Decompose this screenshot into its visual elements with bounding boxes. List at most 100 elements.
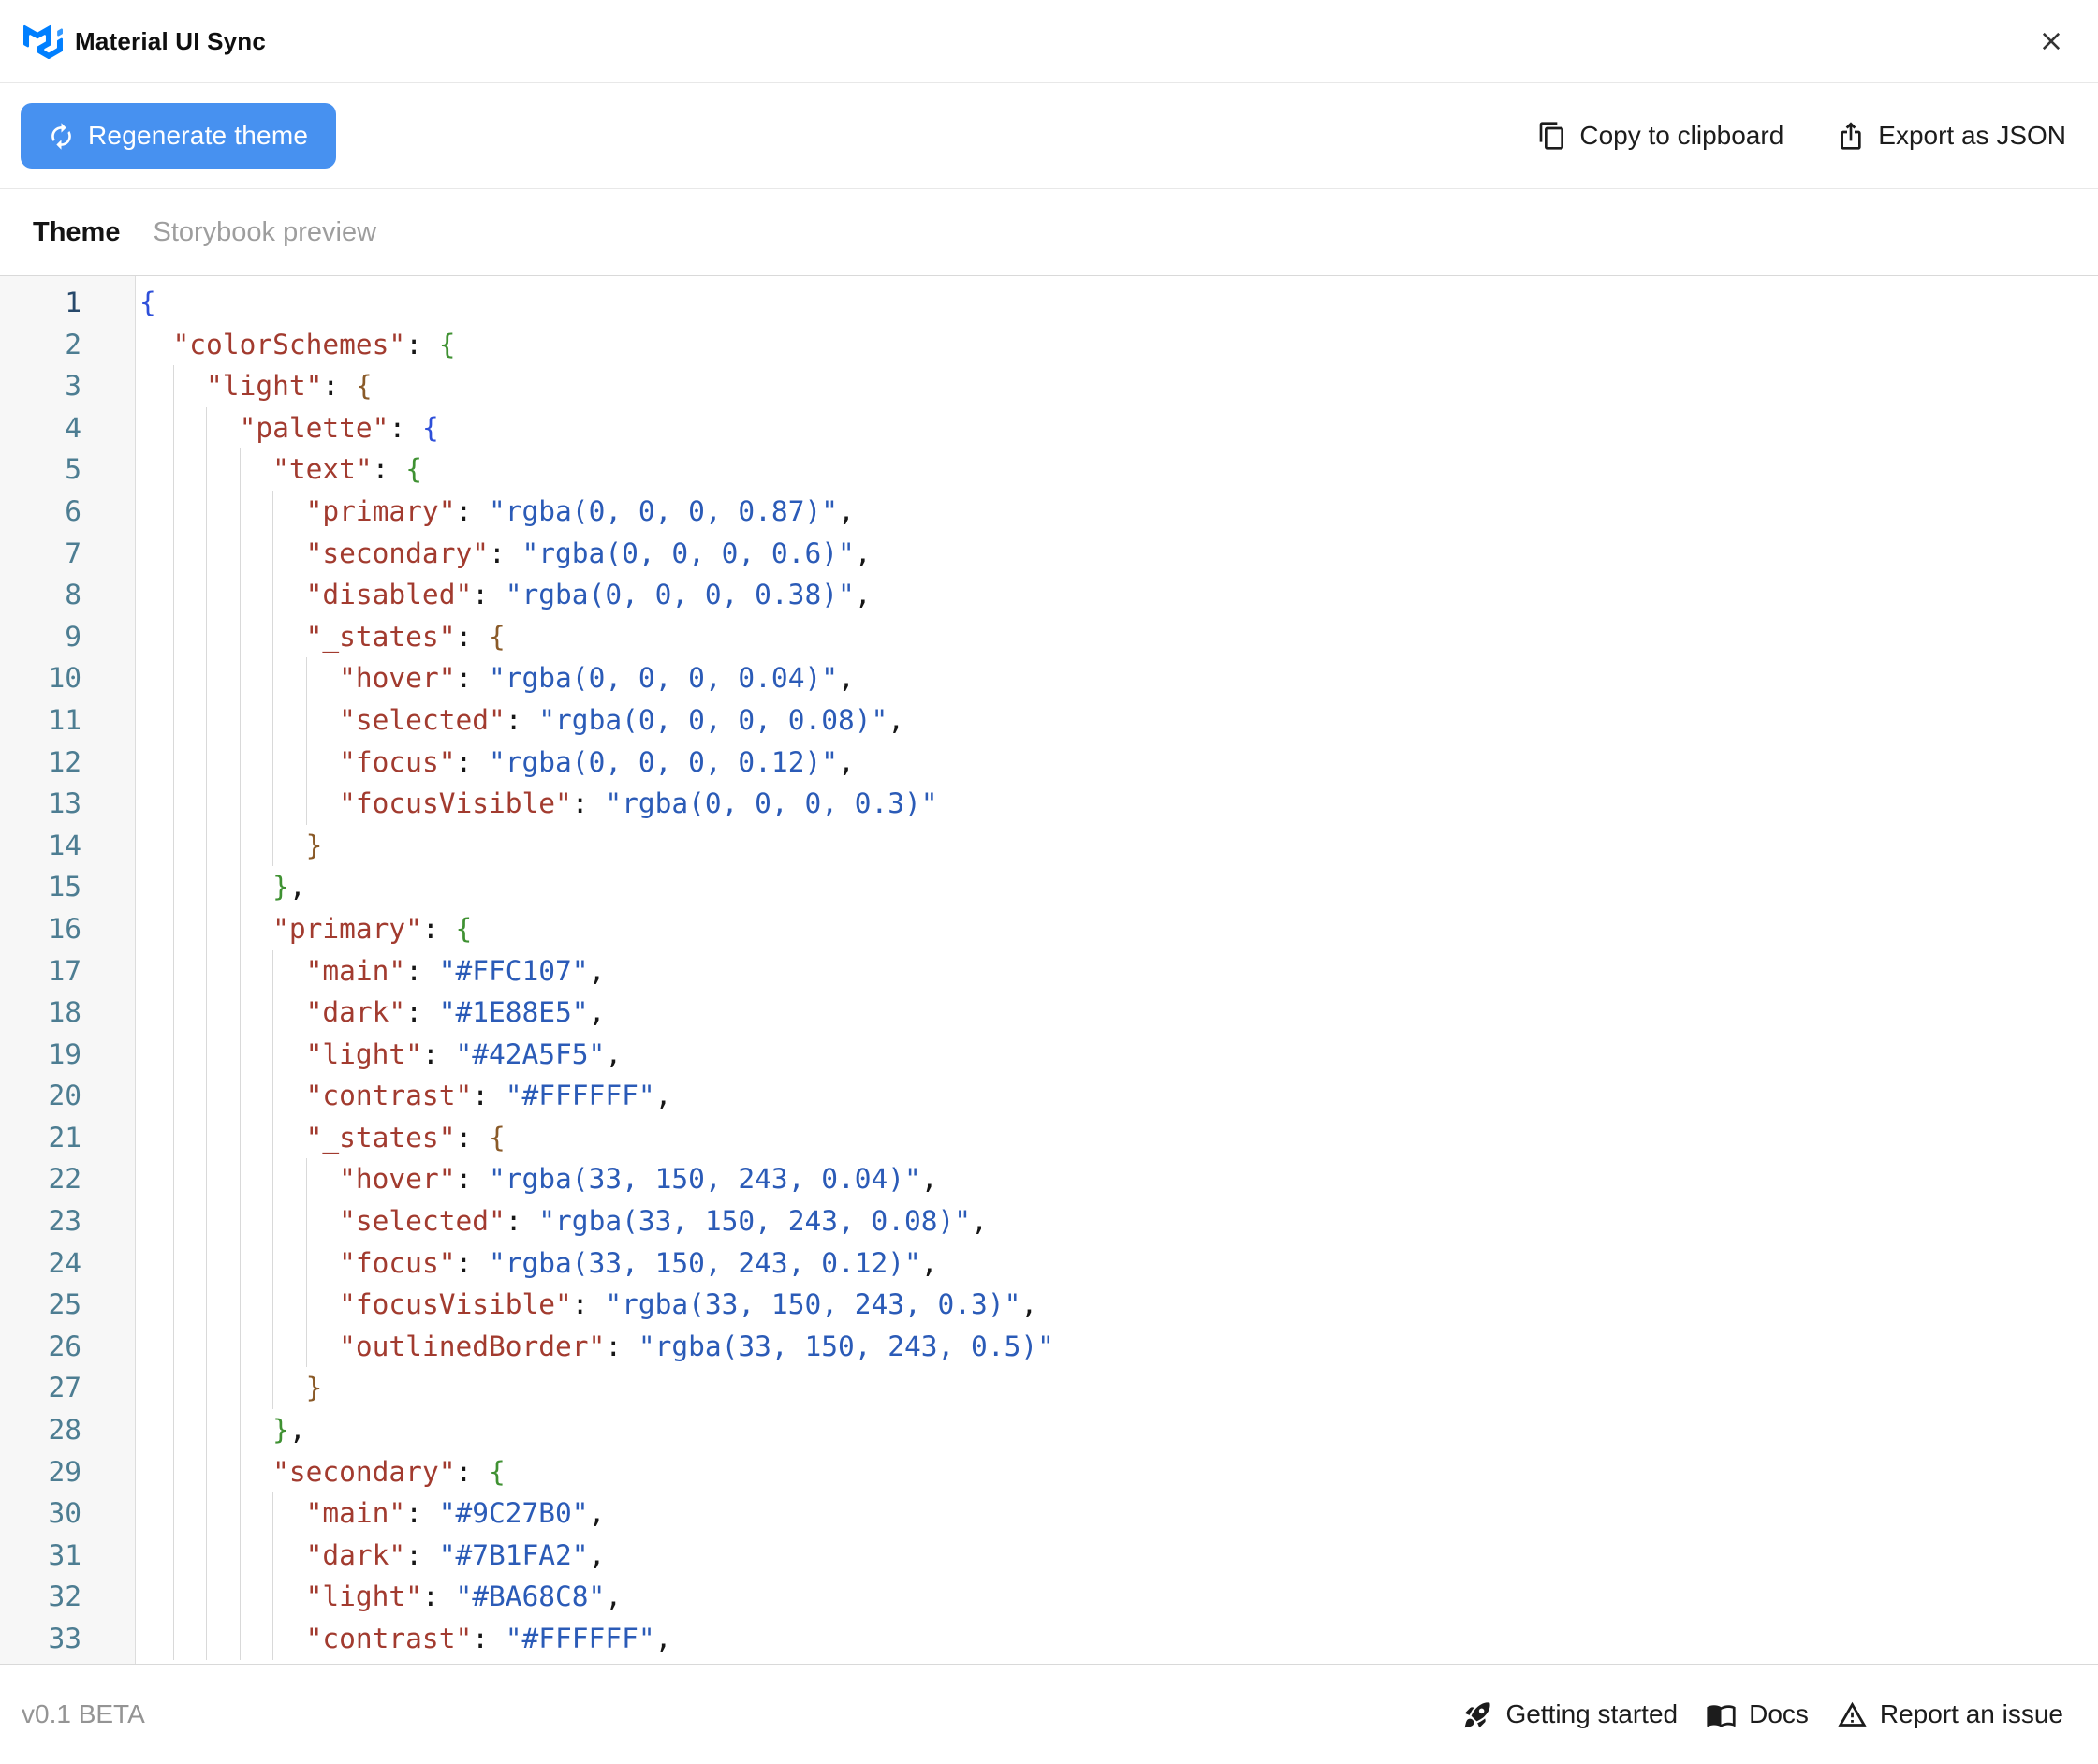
indent-guide — [240, 1034, 241, 1076]
indent-guide — [272, 992, 273, 1034]
indent-guide — [272, 657, 273, 699]
code-line[interactable]: "secondary": { — [139, 1451, 2098, 1493]
indent-guide — [206, 825, 207, 867]
indent-guide — [240, 1409, 241, 1451]
indent-guide — [206, 783, 207, 825]
indent-guide — [240, 1200, 241, 1242]
close-button[interactable] — [2031, 21, 2072, 62]
code-line[interactable]: "disabled": "rgba(0, 0, 0, 0.38)", — [139, 574, 2098, 616]
line-number: 33 — [0, 1618, 135, 1660]
docs-link[interactable]: Docs — [1706, 1699, 1809, 1730]
code-line[interactable]: "main": "#9C27B0", — [139, 1492, 2098, 1535]
indent-guide — [240, 1326, 241, 1368]
code-line[interactable]: "light": { — [139, 365, 2098, 407]
code-line[interactable]: "palette": { — [139, 407, 2098, 449]
line-number: 18 — [0, 992, 135, 1034]
indent-guide — [206, 1117, 207, 1159]
copy-icon — [1537, 121, 1567, 151]
indent-guide — [206, 1451, 207, 1493]
getting-started-link[interactable]: Getting started — [1462, 1699, 1678, 1730]
line-number: 20 — [0, 1075, 135, 1117]
indent-guide — [173, 908, 174, 950]
code-line[interactable]: "primary": "rgba(0, 0, 0, 0.87)", — [139, 491, 2098, 533]
report-issue-label: Report an issue — [1880, 1699, 2063, 1729]
line-number: 26 — [0, 1326, 135, 1368]
indent-guide — [240, 1451, 241, 1493]
tab-theme[interactable]: Theme — [33, 217, 120, 248]
code-line[interactable]: "light": "#BA68C8", — [139, 1576, 2098, 1618]
code-line[interactable]: "hover": "rgba(33, 150, 243, 0.04)", — [139, 1158, 2098, 1200]
code-line[interactable]: "outlinedBorder": "rgba(33, 150, 243, 0.… — [139, 1326, 2098, 1368]
code-line[interactable]: }, — [139, 866, 2098, 908]
tab-storybook-preview[interactable]: Storybook preview — [153, 217, 376, 248]
code-line[interactable]: "_states": { — [139, 616, 2098, 658]
indent-guide — [206, 1075, 207, 1117]
indent-guide — [240, 533, 241, 575]
code-area[interactable]: { "colorSchemes": { "light": { "palette"… — [136, 276, 2098, 1664]
code-line[interactable]: "secondary": "rgba(0, 0, 0, 0.6)", — [139, 533, 2098, 575]
indent-guide — [206, 742, 207, 784]
indent-guide — [240, 1618, 241, 1660]
indent-guide — [206, 992, 207, 1034]
indent-guide — [306, 742, 307, 784]
theme-json-editor[interactable]: 1234567891011121314151617181920212223242… — [0, 276, 2098, 1664]
plugin-header: Material UI Sync — [0, 0, 2098, 83]
indent-guide — [206, 699, 207, 742]
code-line[interactable]: } — [139, 825, 2098, 867]
indent-guide — [240, 825, 241, 867]
indent-guide — [240, 866, 241, 908]
indent-guide — [173, 1284, 174, 1326]
code-line[interactable]: "primary": { — [139, 908, 2098, 950]
indent-guide — [173, 1535, 174, 1577]
code-line[interactable]: "text": { — [139, 448, 2098, 491]
indent-guide — [173, 992, 174, 1034]
code-line[interactable]: "selected": "rgba(33, 150, 243, 0.08)", — [139, 1200, 2098, 1242]
code-line[interactable]: "contrast": "#FFFFFF", — [139, 1075, 2098, 1117]
indent-guide — [173, 1576, 174, 1618]
code-line[interactable]: "light": "#42A5F5", — [139, 1034, 2098, 1076]
code-line[interactable]: "focus": "rgba(33, 150, 243, 0.12)", — [139, 1242, 2098, 1285]
indent-guide — [240, 491, 241, 533]
code-line[interactable]: "selected": "rgba(0, 0, 0, 0.08)", — [139, 699, 2098, 742]
indent-guide — [240, 783, 241, 825]
code-line[interactable]: "contrast": "#FFFFFF", — [139, 1618, 2098, 1660]
code-line[interactable]: "focusVisible": "rgba(33, 150, 243, 0.3)… — [139, 1284, 2098, 1326]
code-line[interactable]: "focus": "rgba(0, 0, 0, 0.12)", — [139, 742, 2098, 784]
code-line[interactable]: "dark": "#7B1FA2", — [139, 1535, 2098, 1577]
copy-to-clipboard-button[interactable]: Copy to clipboard — [1537, 121, 1783, 151]
export-as-json-button[interactable]: Export as JSON — [1836, 121, 2066, 151]
indent-guide — [272, 574, 273, 616]
indent-guide — [173, 448, 174, 491]
regenerate-theme-button[interactable]: Regenerate theme — [21, 103, 336, 169]
indent-guide — [240, 699, 241, 742]
code-line[interactable]: }, — [139, 1409, 2098, 1451]
code-line[interactable]: "focusVisible": "rgba(0, 0, 0, 0.3)" — [139, 783, 2098, 825]
indent-guide — [306, 783, 307, 825]
indent-guide — [173, 699, 174, 742]
code-line[interactable]: "colorSchemes": { — [139, 324, 2098, 366]
line-number: 2 — [0, 324, 135, 366]
report-issue-link[interactable]: Report an issue — [1837, 1699, 2063, 1730]
indent-guide — [272, 742, 273, 784]
indent-guide — [206, 1492, 207, 1535]
line-number: 32 — [0, 1576, 135, 1618]
mui-logo-icon — [23, 24, 63, 59]
indent-guide — [206, 1576, 207, 1618]
copy-to-clipboard-label: Copy to clipboard — [1579, 121, 1783, 151]
indent-guide — [272, 1075, 273, 1117]
code-line[interactable]: "_states": { — [139, 1117, 2098, 1159]
code-line[interactable]: "main": "#FFC107", — [139, 950, 2098, 992]
indent-guide — [206, 574, 207, 616]
code-line[interactable]: "dark": "#1E88E5", — [139, 992, 2098, 1034]
indent-guide — [173, 1117, 174, 1159]
tab-bar: Theme Storybook preview — [0, 189, 2098, 276]
indent-guide — [272, 1326, 273, 1368]
code-line[interactable]: "hover": "rgba(0, 0, 0, 0.04)", — [139, 657, 2098, 699]
code-line[interactable]: } — [139, 1367, 2098, 1409]
version-label: v0.1 BETA — [22, 1699, 145, 1729]
line-number: 25 — [0, 1284, 135, 1326]
indent-guide — [272, 616, 273, 658]
code-line[interactable]: { — [139, 282, 2098, 324]
indent-guide — [272, 699, 273, 742]
line-number: 16 — [0, 908, 135, 950]
